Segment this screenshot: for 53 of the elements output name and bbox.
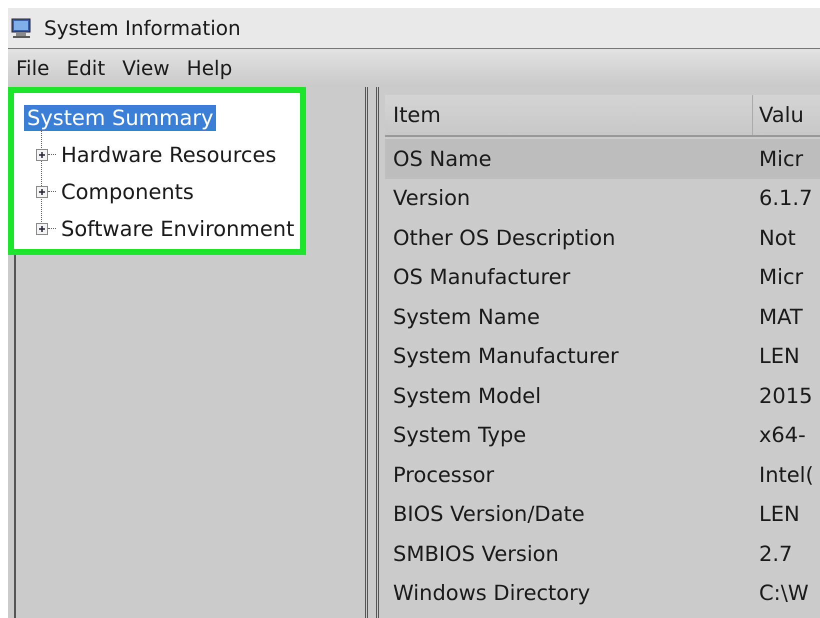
table-row[interactable]: Processor Intel( — [385, 455, 820, 494]
connector-line — [48, 228, 56, 229]
table-cell-text: LEN — [758, 502, 800, 526]
window-title: System Information — [44, 16, 241, 40]
table-cell-text: Processor — [392, 462, 496, 487]
table-cell-text: 2.7 — [758, 542, 792, 566]
table-cell-text: 2015 — [758, 384, 812, 408]
table-cell-text: System Model — [392, 384, 542, 408]
connector-line — [48, 154, 56, 155]
table-cell-text: System Name — [392, 304, 541, 329]
table-cell-text: Version — [392, 186, 472, 210]
table-cell-text: 6.1.7 — [758, 186, 812, 210]
table-cell-text: Intel( — [758, 462, 814, 487]
table-cell-text: Windows Directory — [392, 581, 592, 606]
table-row[interactable]: Version 6.1.7 — [385, 178, 820, 218]
table-row[interactable]: System Model 2015 — [385, 376, 820, 416]
table-cell-text: Other OS Description — [392, 226, 616, 250]
table-cell-text: LEN — [758, 344, 800, 368]
table-row[interactable]: System Name MAT — [385, 297, 820, 336]
expand-icon[interactable] — [36, 222, 48, 234]
column-header[interactable]: Item — [385, 95, 753, 135]
menu-item[interactable]: View — [122, 56, 170, 80]
table-cell-text: Micr — [758, 265, 804, 290]
expand-icon[interactable] — [36, 148, 48, 160]
menu-item[interactable]: File — [16, 56, 50, 80]
table-row[interactable]: OS Name Micr — [385, 139, 820, 178]
table-cell-text: BIOS Version/Date — [392, 502, 586, 526]
table-row[interactable]: SMBIOS Version 2.7 — [385, 534, 820, 574]
table-cell-text: C:\W — [758, 581, 809, 606]
table-cell-text: OS Name — [392, 146, 492, 171]
expand-icon[interactable] — [36, 186, 48, 198]
table-cell-text: Micr — [758, 146, 804, 171]
table-row[interactable]: OS Manufacturer Micr — [385, 258, 820, 297]
table-row[interactable]: System Manufacturer LEN — [385, 336, 820, 376]
table-row[interactable]: Other OS Description Not — [385, 218, 820, 258]
table-cell-text: SMBIOS Version — [392, 542, 560, 566]
table-cell-text: OS Manufacturer — [392, 265, 572, 290]
column-header[interactable]: Valu — [753, 103, 804, 127]
table-cell-text: System Type — [392, 423, 528, 448]
tree-item[interactable]: Software Environment — [58, 216, 298, 242]
tree-item[interactable]: System Summary — [24, 104, 216, 130]
tree-item[interactable]: Components — [58, 178, 197, 204]
connector-line — [48, 191, 56, 192]
table-cell-text: Not — [758, 226, 796, 250]
tree-item[interactable]: Hardware Resources — [58, 142, 280, 168]
table-row[interactable]: System Type x64- — [385, 416, 820, 455]
table-cell-text: x64- — [758, 423, 806, 448]
table-row[interactable]: Windows Directory C:\W — [385, 574, 820, 613]
menu-item[interactable]: Edit — [66, 56, 106, 80]
table-row[interactable]: BIOS Version/Date LEN — [385, 494, 820, 534]
table-cell-text: MAT — [758, 304, 803, 329]
table-cell-text: System Manufacturer — [392, 344, 620, 368]
menu-item[interactable]: Help — [186, 56, 232, 80]
